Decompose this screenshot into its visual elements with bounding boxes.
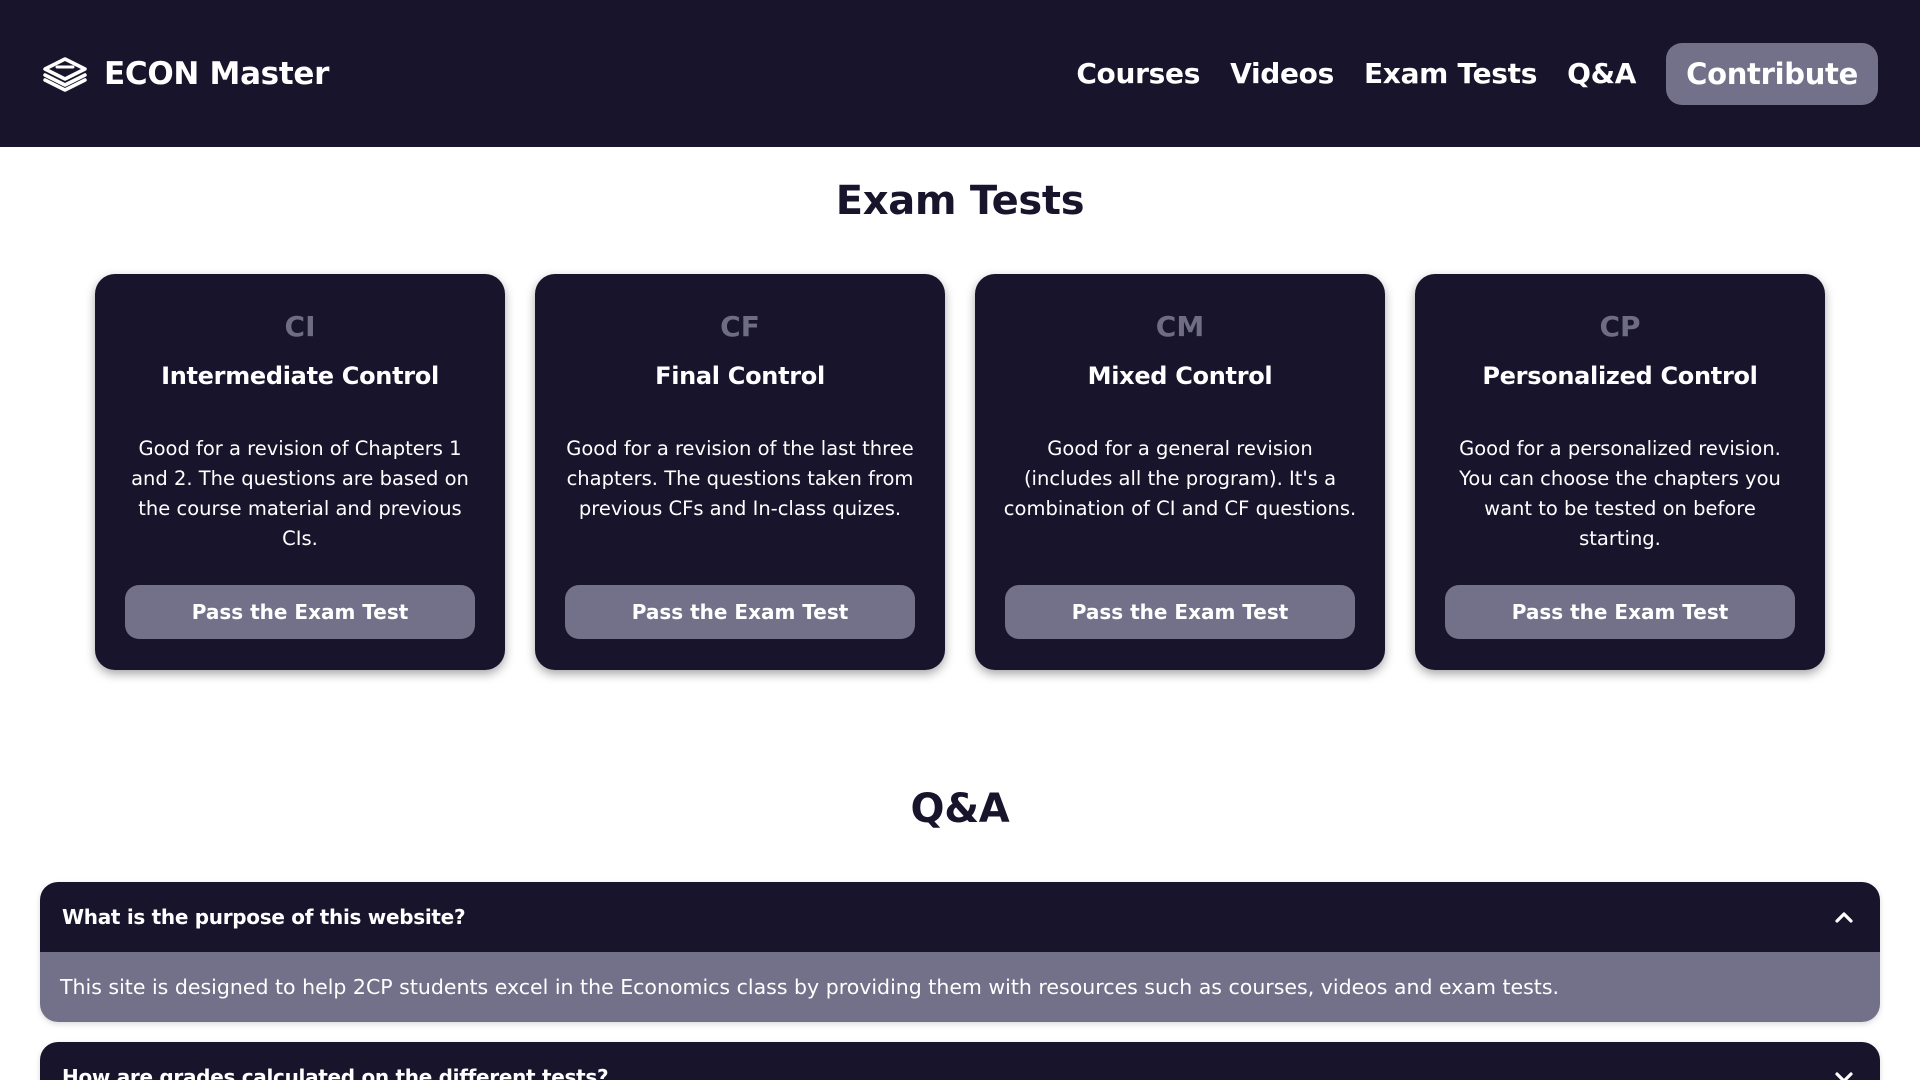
pass-exam-button-cf[interactable]: Pass the Exam Test: [565, 585, 915, 639]
nav-link-courses[interactable]: Courses: [1076, 57, 1200, 90]
layers-icon: [43, 56, 87, 92]
faq-answer: This site is designed to help 2CP studen…: [40, 952, 1880, 1022]
faq-item: How are grades calculated on the differe…: [40, 1042, 1880, 1080]
faq-item: What is the purpose of this website? Thi…: [40, 882, 1880, 1022]
card-description: Good for a personalized revision. You ca…: [1459, 437, 1781, 550]
pass-exam-button-ci[interactable]: Pass the Exam Test: [125, 585, 475, 639]
faq-question-header[interactable]: What is the purpose of this website?: [40, 882, 1880, 952]
exam-cards: CI Intermediate Control Good for a revis…: [95, 274, 1825, 670]
card-title: Mixed Control: [1087, 362, 1273, 390]
card-title: Final Control: [655, 362, 825, 390]
card-code: CI: [284, 310, 316, 343]
card-code: CP: [1599, 310, 1641, 343]
exam-tests-title: Exam Tests: [835, 178, 1085, 224]
card-title: Personalized Control: [1482, 362, 1758, 390]
exam-card-cp: CP Personalized Control Good for a perso…: [1415, 274, 1825, 670]
card-code: CM: [1155, 310, 1205, 343]
chevron-down-icon[interactable]: [1832, 1065, 1856, 1080]
faq-question-header[interactable]: How are grades calculated on the differe…: [40, 1042, 1880, 1080]
chevron-up-icon[interactable]: [1832, 905, 1856, 929]
exam-card-cm: CM Mixed Control Good for a general revi…: [975, 274, 1385, 670]
pass-exam-button-cm[interactable]: Pass the Exam Test: [1005, 585, 1355, 639]
faq-question: How are grades calculated on the differe…: [62, 1065, 609, 1080]
qa-title: Q&A: [910, 786, 1010, 832]
top-navbar: ECON Master Courses Videos Exam Tests Q&…: [0, 0, 1920, 147]
pass-exam-button-cp[interactable]: Pass the Exam Test: [1445, 585, 1795, 639]
exam-card-ci: CI Intermediate Control Good for a revis…: [95, 274, 505, 670]
card-description: Good for a general revision (includes al…: [1003, 437, 1357, 520]
exam-card-cf: CF Final Control Good for a revision of …: [535, 274, 945, 670]
nav-link-exam-tests[interactable]: Exam Tests: [1364, 57, 1537, 90]
nav-link-qa[interactable]: Q&A: [1567, 57, 1636, 90]
nav-link-videos[interactable]: Videos: [1230, 57, 1334, 90]
card-description: Good for a revision of Chapters 1 and 2.…: [131, 437, 469, 550]
faq-question: What is the purpose of this website?: [62, 905, 466, 929]
brand[interactable]: ECON Master: [40, 56, 329, 92]
contribute-button[interactable]: Contribute: [1666, 42, 1878, 105]
brand-name: ECON Master: [104, 55, 330, 92]
card-title: Intermediate Control: [161, 362, 439, 390]
card-code: CF: [720, 310, 760, 343]
card-description: Good for a revision of the last three ch…: [566, 437, 914, 520]
main-nav: Courses Videos Exam Tests Q&A Contribute: [1046, 42, 1878, 105]
